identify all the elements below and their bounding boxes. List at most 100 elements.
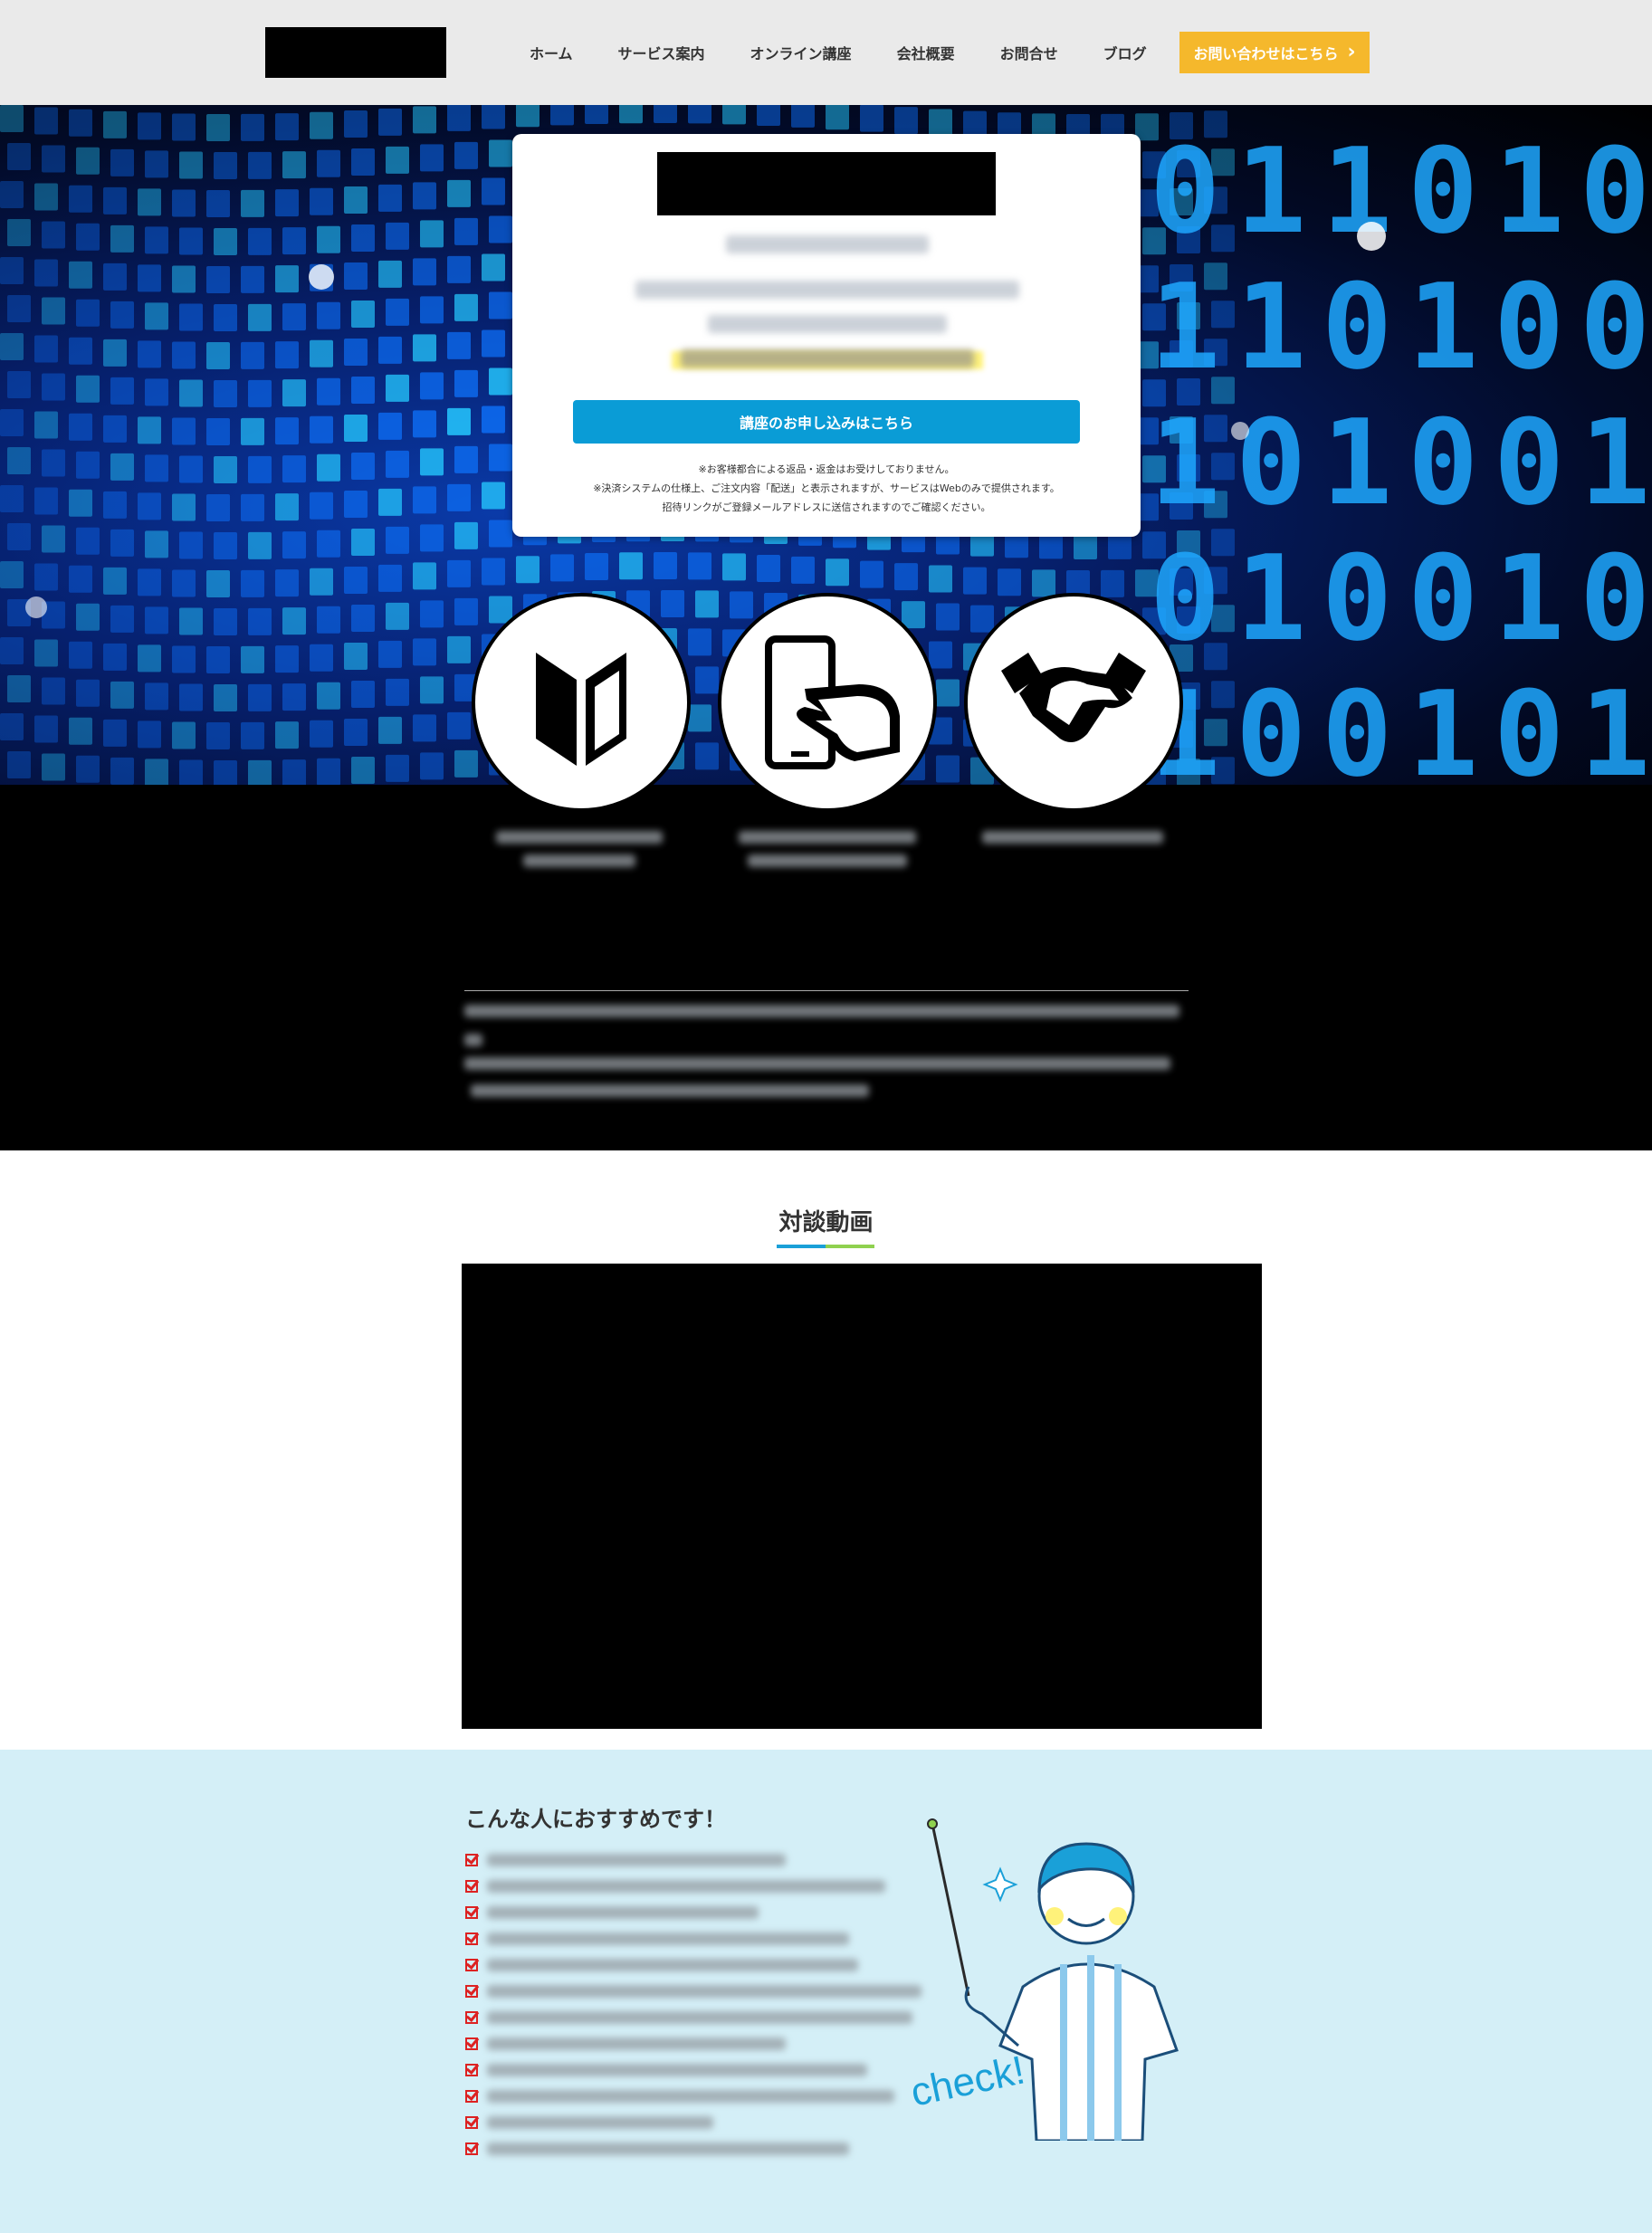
binary-digit-tile bbox=[447, 711, 471, 740]
binary-digit-tile bbox=[654, 552, 677, 580]
nav-contact[interactable]: お問合せ bbox=[978, 42, 1081, 63]
binary-digit-tile bbox=[206, 569, 230, 597]
binary-digit-large: 1 bbox=[1236, 258, 1306, 396]
binary-digit-tile bbox=[206, 189, 230, 217]
nav-services[interactable]: サービス案内 bbox=[596, 42, 728, 63]
main-nav: ホーム サービス案内 オンライン講座 会社概要 お問合せ ブログ bbox=[507, 0, 1170, 105]
binary-digit-tile bbox=[420, 296, 444, 324]
binary-digit-tile bbox=[1032, 569, 1055, 597]
binary-digit-large: 0 bbox=[1494, 394, 1564, 531]
checklist-text bbox=[487, 1880, 885, 1893]
binary-digit-tile bbox=[936, 679, 960, 707]
binary-digit-tile bbox=[69, 565, 92, 593]
binary-digit-tile bbox=[317, 758, 340, 785]
nav-blog[interactable]: ブログ bbox=[1081, 42, 1170, 63]
binary-digit-tile bbox=[103, 491, 127, 519]
checklist-text bbox=[487, 1985, 921, 1998]
binary-digit-tile bbox=[317, 453, 340, 482]
nav-company[interactable]: 会社概要 bbox=[874, 42, 978, 63]
binary-digit-tile bbox=[138, 340, 161, 368]
binary-digit-large: 1 bbox=[1580, 665, 1650, 785]
binary-digit-tile bbox=[654, 105, 677, 124]
binary-digit-tile bbox=[7, 371, 31, 398]
binary-digit-tile bbox=[619, 552, 643, 580]
binary-digit-tile bbox=[351, 224, 375, 252]
binary-digit-tile bbox=[206, 265, 230, 293]
binary-digit-tile bbox=[929, 109, 952, 137]
binary-digit-tile bbox=[695, 742, 719, 770]
section-divider bbox=[464, 990, 1189, 991]
description-line bbox=[471, 1084, 869, 1097]
binary-digit-large: 1 bbox=[1322, 394, 1392, 531]
site-logo[interactable] bbox=[265, 27, 446, 78]
binary-digit-tile bbox=[214, 227, 237, 255]
binary-digit-tile bbox=[351, 300, 375, 328]
binary-digit-tile bbox=[894, 107, 918, 135]
binary-digit-tile bbox=[282, 379, 306, 407]
binary-digit-tile bbox=[241, 189, 264, 217]
contact-cta-button[interactable]: お問い合わせはこちら › bbox=[1179, 32, 1370, 73]
checklist-item bbox=[465, 1932, 849, 1945]
binary-digit-tile bbox=[69, 261, 92, 289]
binary-digit-tile bbox=[317, 530, 340, 558]
binary-digit-tile bbox=[420, 220, 444, 248]
checklist-item bbox=[465, 2037, 786, 2050]
binary-digit-tile bbox=[860, 105, 883, 132]
checkbox-icon bbox=[465, 2142, 478, 2155]
binary-digit-tile bbox=[447, 331, 471, 359]
binary-digit-tile bbox=[179, 455, 203, 483]
card-note: ※お客様都合による返品・返金はお受けしておりません。 bbox=[698, 463, 955, 475]
binary-digit-tile bbox=[248, 607, 272, 635]
feature-caption bbox=[523, 854, 635, 867]
binary-digit-tile bbox=[206, 417, 230, 445]
chevron-right-icon: › bbox=[1347, 41, 1356, 63]
nav-online-course[interactable]: オンライン講座 bbox=[728, 42, 874, 63]
checklist-item bbox=[465, 1959, 858, 1971]
binary-digit-tile bbox=[110, 453, 134, 481]
binary-digit-tile bbox=[110, 605, 134, 633]
binary-digit-tile bbox=[214, 455, 237, 483]
binary-digit-tile bbox=[76, 679, 100, 707]
binary-digit-tile bbox=[138, 492, 161, 520]
binary-digit-tile bbox=[34, 411, 58, 439]
course-logo bbox=[657, 152, 996, 215]
binary-digit-tile bbox=[351, 680, 375, 708]
binary-digit-tile bbox=[688, 105, 711, 124]
description-line bbox=[464, 1057, 1170, 1070]
binary-digit-tile bbox=[378, 260, 402, 288]
binary-digit-tile bbox=[110, 224, 134, 253]
interview-video-player[interactable] bbox=[462, 1264, 1262, 1729]
binary-digit-large: 1 bbox=[1150, 394, 1220, 531]
binary-digit-tile bbox=[34, 563, 58, 591]
binary-digit-tile bbox=[351, 528, 375, 556]
checkbox-icon bbox=[465, 1985, 478, 1998]
binary-digit-tile bbox=[241, 721, 264, 749]
binary-digit-tile bbox=[206, 113, 230, 141]
binary-digit-tile bbox=[282, 151, 306, 179]
binary-digit-tile bbox=[688, 628, 711, 656]
binary-digit-tile bbox=[695, 590, 719, 618]
nav-home[interactable]: ホーム bbox=[507, 42, 596, 63]
binary-digit-tile bbox=[34, 335, 58, 363]
course-apply-button[interactable]: 講座のお申し込みはこちら bbox=[573, 400, 1080, 444]
binary-digit-large: 0 bbox=[1494, 665, 1564, 785]
binary-digit-tile bbox=[378, 488, 402, 516]
binary-digit-tile bbox=[0, 333, 24, 360]
binary-digit-tile bbox=[179, 227, 203, 255]
binary-digit-tile bbox=[172, 265, 196, 293]
binary-digit-tile bbox=[351, 376, 375, 404]
checklist-item bbox=[465, 1880, 885, 1893]
binary-digit-tile bbox=[585, 105, 608, 125]
binary-digit-tile bbox=[447, 255, 471, 283]
binary-digit-tile bbox=[110, 757, 134, 785]
binary-digit-tile bbox=[248, 151, 272, 179]
binary-digit-tile bbox=[103, 339, 127, 367]
binary-digit-tile bbox=[206, 645, 230, 673]
binary-digit-tile bbox=[482, 253, 505, 282]
feature-beginner bbox=[472, 593, 691, 812]
binary-digit-tile bbox=[310, 339, 333, 367]
binary-digit-tile bbox=[378, 640, 402, 668]
binary-digit-tile bbox=[214, 379, 237, 407]
card-text-line bbox=[635, 281, 1019, 299]
binary-digit-tile bbox=[351, 148, 375, 176]
